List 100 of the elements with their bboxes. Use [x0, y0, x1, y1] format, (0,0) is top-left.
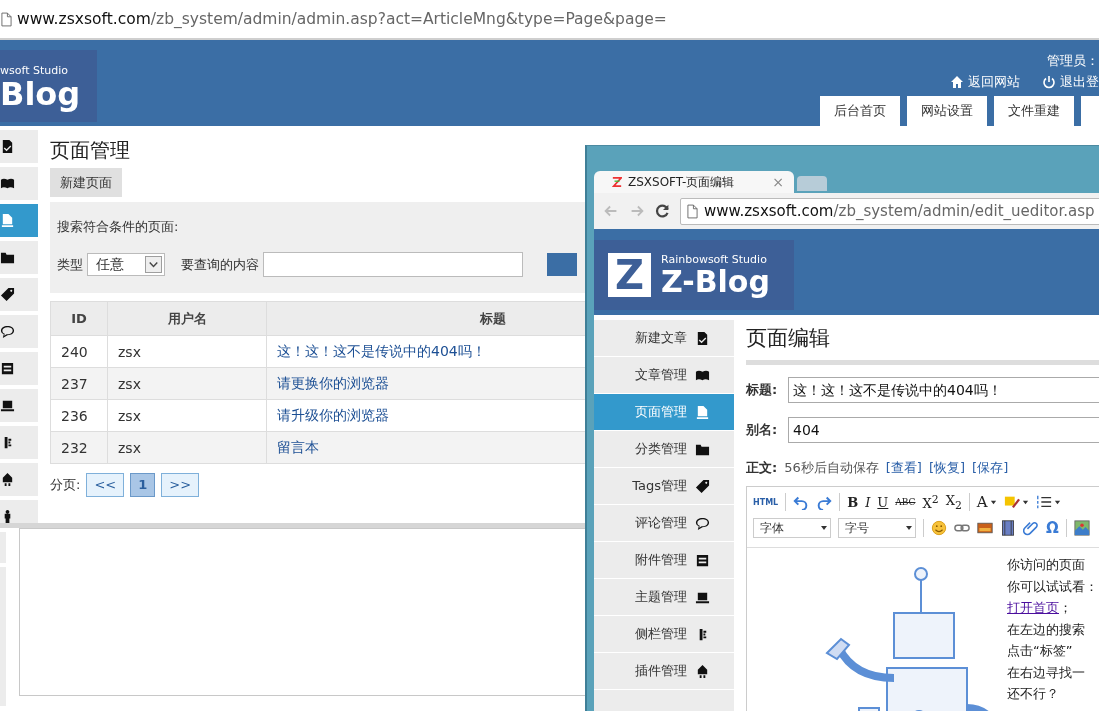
sidebar-item[interactable]: [0, 278, 38, 311]
content-line: 你访问的页面: [1007, 556, 1086, 574]
zigzag-icon: [612, 176, 622, 188]
content-line: 还不行？: [1007, 685, 1060, 703]
table-cell: 236: [50, 399, 108, 432]
action-link[interactable]: [查看]: [885, 459, 922, 477]
page-link[interactable]: 请更换你的浏览器: [277, 374, 389, 391]
pagination-label: 分页:: [50, 476, 81, 494]
plug-icon: [0, 472, 15, 487]
font-color-button[interactable]: A: [976, 493, 988, 511]
table-cell: 237: [50, 367, 108, 400]
query-field[interactable]: [263, 252, 523, 277]
type-select[interactable]: 任意: [87, 253, 165, 276]
content-line: 在右边寻找一: [1007, 663, 1086, 682]
sidebar-item[interactable]: 分类管理: [594, 431, 734, 467]
page-link[interactable]: 请升级你的浏览器: [277, 406, 389, 423]
caret-icon: [905, 524, 913, 532]
close-button[interactable]: ×: [772, 174, 784, 190]
field-label: 正文:: [746, 459, 778, 477]
redo-icon[interactable]: [816, 494, 833, 510]
sidebar-item[interactable]: [0, 130, 38, 163]
sidebar-item[interactable]: [0, 389, 38, 422]
logout-link[interactable]: 退出登: [1042, 73, 1099, 91]
tab-title: ZSXSOFT-页面编辑: [628, 173, 735, 191]
query-label: 要查询的内容: [181, 255, 259, 274]
check-document-icon: [0, 139, 15, 154]
autosave-text: 56秒后自动保存: [784, 459, 879, 477]
sidebar-item[interactable]: 新建文章: [594, 320, 734, 356]
caret-icon[interactable]: [1053, 498, 1061, 506]
logo-title: Blog: [0, 76, 82, 111]
page-icon: [687, 203, 698, 219]
action-link[interactable]: [恢复]: [928, 459, 966, 477]
laptop-icon: [0, 398, 15, 413]
image-icon[interactable]: [977, 520, 993, 536]
table-cell: zsx: [107, 335, 267, 368]
font-family-select[interactable]: 字体: [753, 518, 831, 538]
field-label: 标题:: [746, 381, 779, 399]
highlighter-icon[interactable]: [1003, 494, 1020, 510]
sidebar-item[interactable]: 侧栏管理: [594, 616, 734, 652]
new-page-button[interactable]: 新建页面: [50, 168, 122, 197]
page-button[interactable]: >>: [161, 473, 200, 497]
sidebar-item[interactable]: [0, 241, 38, 274]
user-label: 管理员：: [1047, 52, 1099, 70]
content-line: 你可以试试看：: [1007, 577, 1098, 596]
film-icon[interactable]: [1000, 520, 1016, 536]
logo-subtitle: wsoft Studio: [0, 63, 69, 77]
link[interactable]: 打开首页: [1007, 600, 1059, 615]
sidebar-item[interactable]: 插件管理: [594, 653, 734, 689]
sidebar-item[interactable]: Tags管理: [594, 468, 734, 504]
input-field[interactable]: 这！这！这不是传说中的404吗！: [788, 377, 1099, 403]
check-document-icon: [695, 330, 710, 346]
sidebar-item[interactable]: 附件管理: [594, 542, 734, 578]
header-tab[interactable]: 网站设置: [907, 96, 987, 126]
page-title: 页面编辑: [746, 325, 831, 351]
home-link[interactable]: 返回网站: [950, 73, 1020, 91]
page-button[interactable]: <<: [86, 473, 125, 497]
page-title: 页面管理: [50, 138, 131, 162]
cabinet-icon: [0, 361, 15, 376]
input-field[interactable]: 404: [788, 417, 1099, 443]
map-icon[interactable]: [1073, 520, 1090, 536]
table-cell: zsx: [107, 399, 267, 432]
caret-icon[interactable]: [1021, 498, 1029, 506]
smiley-icon[interactable]: [931, 520, 947, 536]
paperclip-icon[interactable]: [1023, 520, 1039, 536]
tag-icon: [695, 478, 710, 494]
special-character-button[interactable]: Ω: [1046, 519, 1059, 537]
sidebar-item[interactable]: [0, 315, 38, 348]
header-tab[interactable]: 后台首页: [820, 96, 900, 126]
table-cell: zsx: [107, 367, 267, 400]
format-button[interactable]: X$_{2}$: [945, 492, 962, 512]
browser-tab[interactable]: ZSXSOFT-页面编辑 ×: [594, 171, 794, 193]
sidebar-item[interactable]: [0, 352, 38, 385]
content-line: 打开首页；: [1007, 599, 1073, 617]
logo-title: Z-Blog: [661, 265, 770, 298]
format-button[interactable]: B: [847, 494, 859, 510]
action-link[interactable]: [保存]: [972, 459, 1009, 477]
numbered-list-icon[interactable]: [1035, 494, 1052, 510]
format-button[interactable]: I: [865, 494, 871, 510]
format-button[interactable]: U: [877, 494, 889, 510]
caret-icon: [820, 524, 828, 532]
sidebar-item[interactable]: 评论管理: [594, 505, 734, 541]
address-field[interactable]: www.zsxsoft.com/zb_system/admin/edit_ueditor.asp: [680, 197, 1099, 225]
font-size-select[interactable]: 字号: [838, 518, 916, 538]
caret-icon[interactable]: [989, 498, 997, 506]
sidebar-item[interactable]: [0, 426, 38, 459]
page-link[interactable]: 留言本: [277, 438, 319, 455]
url-text[interactable]: www.zsxsoft.com/zb_system/admin/admin.asp?act=ArticleMng&type=Page&page=: [17, 10, 667, 28]
page-icon: [0, 213, 15, 228]
html-button[interactable]: HTML: [753, 497, 779, 507]
header-tab[interactable]: 文件重建: [994, 96, 1074, 126]
sidebar-item[interactable]: 主题管理: [594, 579, 734, 615]
dropdown-icon: [145, 256, 162, 273]
sidebar-item[interactable]: [0, 463, 38, 496]
undo-icon[interactable]: [793, 494, 810, 510]
sidebar-item[interactable]: 文章管理: [594, 357, 734, 393]
format-button[interactable]: ABC: [895, 497, 916, 507]
format-button[interactable]: X$^{2}$: [922, 492, 939, 512]
cabinet-icon: [695, 552, 710, 568]
page-button[interactable]: 1: [130, 473, 156, 497]
sidebar-item[interactable]: [0, 167, 38, 200]
